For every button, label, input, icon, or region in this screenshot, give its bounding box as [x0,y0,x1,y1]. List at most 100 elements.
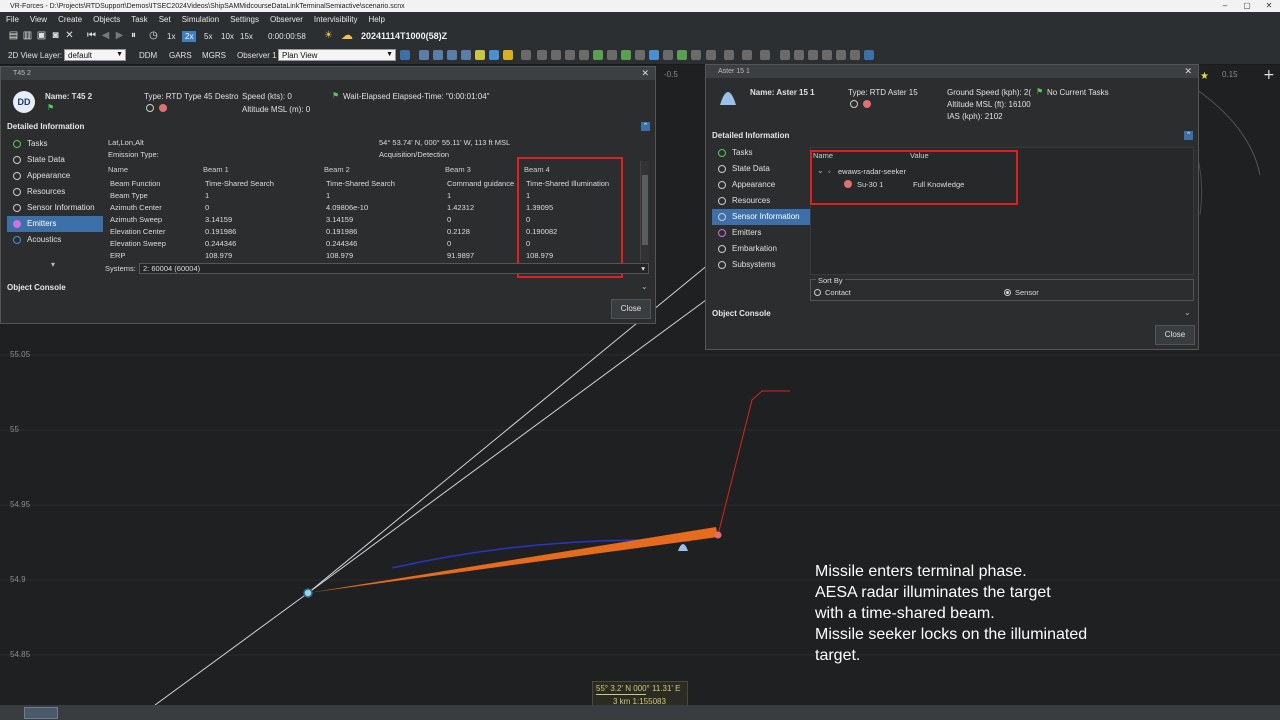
systems-select[interactable]: 2: 60004 (60004) ▾ [139,263,649,274]
unit-tool-icon[interactable] [461,50,471,60]
measure-tool-icon[interactable] [537,50,547,60]
collapse-icon[interactable]: ⌃ [1184,131,1193,140]
speed-10x-button[interactable]: 10x [218,31,237,42]
select-tool-icon[interactable] [794,50,804,60]
map-tool-icon[interactable] [400,50,410,60]
pause-icon[interactable]: ⏸ [128,30,139,41]
filter-tool-icon[interactable] [691,50,701,60]
ground-tool-icon[interactable] [447,50,457,60]
nav-item-embarkation[interactable]: Embarkation [712,241,810,257]
nav-item-state-data[interactable]: State Data [712,161,810,177]
nav-item-emitters[interactable]: Emitters [7,216,103,232]
nav-scroll-down-icon[interactable]: ▾ [51,260,55,269]
overlay-tool-icon[interactable] [724,50,734,60]
close-icon[interactable]: ✕ [1258,0,1280,12]
object-console-title[interactable]: Object Console [7,283,66,292]
map-add-icon[interactable]: + [1263,67,1275,83]
menu-settings[interactable]: Settings [230,15,259,24]
menu-intervisibility[interactable]: Intervisibility [314,15,358,24]
align-tool-icon[interactable] [850,50,860,60]
menu-help[interactable]: Help [368,15,384,24]
open-file-icon[interactable]: ▥ [22,30,33,41]
draw-tool-icon[interactable] [565,50,575,60]
globe-tool-icon[interactable] [489,50,499,60]
nav-item-tasks[interactable]: Tasks [712,145,810,161]
settings-tool-icon[interactable] [742,50,752,60]
layer-tool-icon[interactable] [677,50,687,60]
sort-sensor-radio[interactable] [1004,289,1011,296]
nav-item-tasks[interactable]: Tasks [7,136,103,152]
view-layer-select[interactable]: default ▼ [64,49,126,61]
expand-console-icon[interactable]: ⌄ [1184,308,1191,317]
line-tool-icon[interactable] [521,50,531,60]
target-tool-icon[interactable] [475,50,485,60]
nav-item-resources[interactable]: Resources [7,184,103,200]
expand-console-icon[interactable]: ⌄ [641,282,648,291]
collapse-icon[interactable]: ⌃ [641,122,650,131]
nav-item-appearance[interactable]: Appearance [712,177,810,193]
mgrs-button[interactable]: MGRS [202,51,226,60]
sensor-tool-icon[interactable] [649,50,659,60]
aircraft-tool-icon[interactable] [433,50,443,60]
step-back-icon[interactable]: ◀ [100,30,111,41]
link-tool-icon[interactable] [635,50,645,60]
object-console-title[interactable]: Object Console [712,309,771,318]
weather-icon[interactable]: ☁ [341,29,353,41]
sun-icon[interactable]: ☀ [323,30,334,41]
audio-tool-icon[interactable] [706,50,716,60]
close-button[interactable]: Close [611,299,651,319]
route-tool-icon[interactable] [593,50,603,60]
menu-create[interactable]: Create [58,15,82,24]
observer-view-select[interactable]: Plan View ▼ [278,49,396,61]
play-icon[interactable]: ▶ [114,30,125,41]
ship-marker[interactable] [303,588,313,598]
target-marker[interactable] [714,531,722,539]
graph-tool-icon[interactable] [621,50,631,60]
console-icon[interactable] [24,707,58,719]
close-scenario-icon[interactable]: ✕ [64,30,75,41]
save-icon[interactable]: ▣ [36,30,47,41]
missile-marker[interactable] [678,544,688,551]
menu-file[interactable]: File [6,15,19,24]
nav-item-subsystems[interactable]: Subsystems [712,257,810,273]
export-tool-icon[interactable] [760,50,770,60]
speed-15x-button[interactable]: 15x [237,31,256,42]
nav-item-resources[interactable]: Resources [712,193,810,209]
nav-item-emitters[interactable]: Emitters [712,225,810,241]
maximize-icon[interactable]: ▢ [1236,0,1258,12]
shape-tool-icon[interactable] [579,50,589,60]
nav-item-state-data[interactable]: State Data [7,152,103,168]
menu-set[interactable]: Set [159,15,171,24]
warning-tool-icon[interactable] [503,50,513,60]
zoom-tool-icon[interactable] [663,50,673,60]
menu-task[interactable]: Task [131,15,147,24]
menu-simulation[interactable]: Simulation [182,15,219,24]
speed-1x-button[interactable]: 1x [164,31,178,42]
nav-item-acoustics[interactable]: Acoustics [7,232,103,248]
menu-observer[interactable]: Observer [270,15,303,24]
close-button[interactable]: Close [1155,325,1195,345]
ddm-button[interactable]: DDM [139,51,157,60]
gars-button[interactable]: GARS [169,51,192,60]
close-icon[interactable]: ✕ [1184,65,1192,78]
sort-contact-radio[interactable] [814,289,821,296]
close-icon[interactable]: ✕ [641,67,649,80]
paste-tool-icon[interactable] [822,50,832,60]
scrollbar-thumb[interactable] [642,175,648,245]
timer-icon[interactable]: ◷ [148,30,159,41]
menu-view[interactable]: View [30,15,47,24]
grid-tool-icon[interactable] [551,50,561,60]
camera-icon[interactable]: ◙ [50,30,61,41]
group-tool-icon[interactable] [836,50,846,60]
table-scrollbar[interactable] [640,161,649,261]
menu-objects[interactable]: Objects [93,15,120,24]
more-tools-icon[interactable] [864,50,874,60]
new-file-icon[interactable]: ▤ [8,30,19,41]
nav-item-sensor-information[interactable]: Sensor Information [712,209,810,225]
speed-5x-button[interactable]: 5x [201,31,215,42]
rewind-icon[interactable]: ⏮ [86,30,97,41]
nav-item-appearance[interactable]: Appearance [7,168,103,184]
area-tool-icon[interactable] [607,50,617,60]
minimize-icon[interactable]: – [1214,0,1236,12]
nav-item-sensor-information[interactable]: Sensor Information [7,200,103,216]
